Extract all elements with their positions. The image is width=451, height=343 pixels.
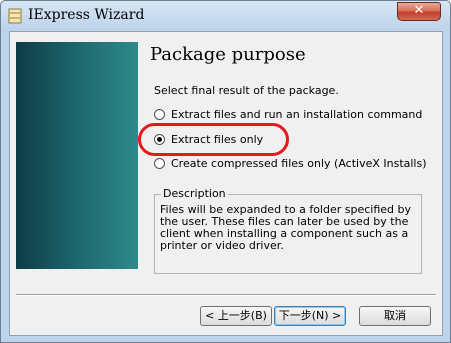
- close-button[interactable]: ✕: [397, 2, 441, 21]
- option-label[interactable]: Create compressed files only (ActiveX In…: [171, 157, 427, 170]
- description-group: Description Files will be expanded to a …: [154, 187, 422, 274]
- option-label[interactable]: Extract files and run an installation co…: [171, 108, 422, 121]
- option-compressed-only[interactable]: Create compressed files only (ActiveX In…: [154, 155, 427, 171]
- description-legend: Description: [161, 187, 228, 200]
- page-title: Package purpose: [150, 44, 306, 65]
- wizard-banner-image: [16, 42, 138, 269]
- app-icon: [8, 8, 22, 24]
- radio-button[interactable]: [154, 157, 165, 169]
- back-button[interactable]: < 上一步(B): [200, 306, 272, 326]
- description-text: Files will be expanded to a folder speci…: [160, 203, 412, 252]
- wizard-window: IExpress Wizard ✕ Package purpose Select…: [0, 0, 451, 343]
- page-subtitle: Select final result of the package.: [154, 84, 339, 97]
- close-icon[interactable]: ✕: [414, 3, 425, 18]
- cancel-button[interactable]: 取消: [359, 306, 431, 326]
- title-bar: IExpress Wizard ✕: [1, 1, 450, 31]
- window-title: IExpress Wizard: [28, 7, 145, 23]
- red-highlight-annotation: [138, 123, 289, 156]
- wizard-content: Package purpose Select final result of t…: [9, 31, 443, 336]
- radio-button[interactable]: [154, 108, 165, 120]
- next-button[interactable]: 下一步(N) >: [274, 306, 346, 326]
- option-extract-and-run[interactable]: Extract files and run an installation co…: [154, 106, 422, 122]
- separator: [16, 294, 436, 296]
